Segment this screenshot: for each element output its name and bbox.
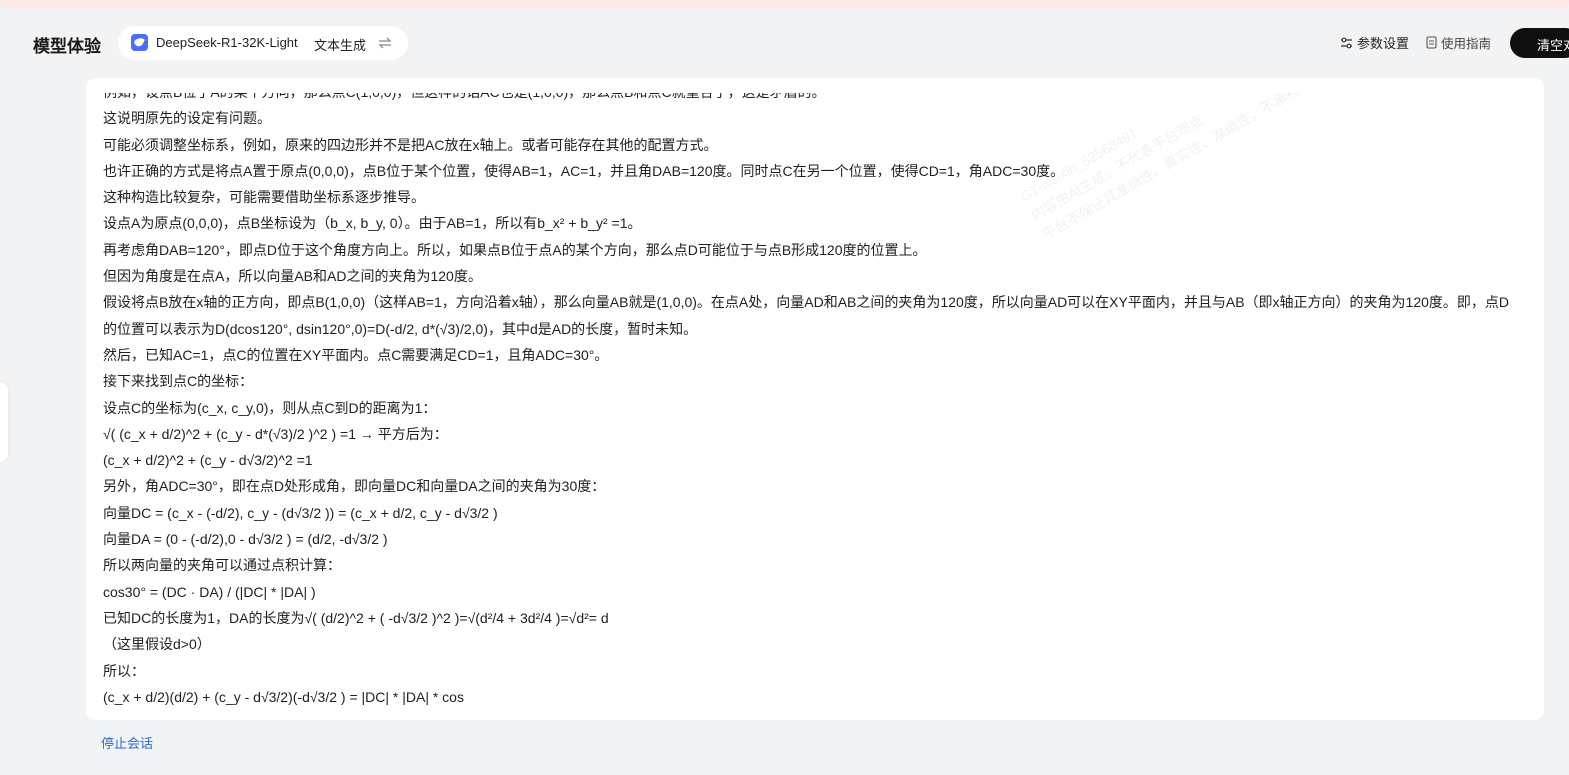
- response-line: 另外，角ADC=30°，即在点D处形成角，即向量DC和向量DA之间的夹角为30度…: [103, 478, 606, 495]
- sidebar-toggle-handle[interactable]: ‹: [0, 382, 8, 462]
- response-line: 向量DC = (c_x - (-d/2), c_y - (d√3/2 )) = …: [103, 504, 498, 521]
- response-line: （这里假设d>0）: [103, 636, 211, 653]
- usage-guide-label: 使用指南: [1441, 37, 1492, 51]
- response-line: cos30° = (DC · DA) / (|DC| * |DA| ): [103, 583, 316, 600]
- model-name: DeepSeek-R1-32K-Light: [156, 35, 298, 50]
- response-card: 例如，设点B位于A的某个方向，那么点C(1,0,0)，但这样的话AC也是(1,0…: [86, 78, 1544, 720]
- response-line: 假设将点B放在x轴的正方向，即点B(1,0,0)（这样AB=1，方向沿着x轴），…: [103, 294, 1509, 337]
- response-line: √( (c_x + d/2)^2 + (c_y - d*(√3)/2 )^2 )…: [103, 425, 448, 442]
- top-banner-strip: [0, 0, 1569, 9]
- clear-chat-button[interactable]: 清空对话: [1510, 28, 1569, 58]
- scroll-mask: [86, 78, 1544, 93]
- header-bar: 模型体验 DeepSeek-R1-32K-Light 文本生成 参数设置 使用指…: [0, 22, 1569, 62]
- response-line: 这种构造比较复杂，可能需要借助坐标系逐步推导。: [103, 189, 425, 206]
- sliders-icon: [1341, 37, 1352, 48]
- model-selector[interactable]: DeepSeek-R1-32K-Light 文本生成: [118, 26, 408, 60]
- response-line: 也许正确的方式是将点A置于原点(0,0,0)，点B位于某个位置，使得AB=1，A…: [103, 162, 1065, 179]
- response-line: 已知DC的长度为1，DA的长度为√( (d/2)^2 + ( -d√3/2 )^…: [103, 609, 609, 626]
- deepseek-logo-icon: [131, 34, 148, 51]
- response-line: 设点A为原点(0,0,0)，点B坐标设为（b_x, b_y, 0）。由于AB=1…: [103, 215, 642, 232]
- response-line: 但因为角度是在点A，所以向量AB和AD之间的夹角为120度。: [103, 268, 482, 285]
- response-line: (c_x + d/2)(d/2) + (c_y - d√3/2)(-d√3/2 …: [103, 688, 464, 705]
- response-line: 可能必须调整坐标系，例如，原来的四边形并不是把AC放在x轴上。或者可能存在其他的…: [103, 136, 718, 153]
- params-settings-button[interactable]: 参数设置: [1340, 33, 1409, 52]
- params-settings-label: 参数设置: [1357, 36, 1410, 51]
- response-line: 所以两向量的夹角可以通过点积计算：: [103, 557, 341, 574]
- document-icon: [1426, 36, 1437, 49]
- usage-guide-button[interactable]: 使用指南: [1426, 33, 1491, 52]
- page-title: 模型体验: [33, 37, 101, 56]
- response-line: 接下来找到点C的坐标：: [103, 373, 254, 390]
- response-line: 这说明原先的设定有问题。: [103, 110, 271, 127]
- switch-model-icon[interactable]: [378, 36, 392, 54]
- stop-session-link[interactable]: 停止会话: [101, 733, 153, 752]
- response-line: 然后，已知AC=1，点C的位置在XY平面内。点C需要满足CD=1，且角ADC=3…: [103, 346, 609, 363]
- response-text: 例如，设点B位于A的某个方向，那么点C(1,0,0)，但这样的话AC也是(1,0…: [103, 93, 1513, 710]
- response-line: (c_x + d/2)^2 + (c_y - d√3/2)^2 =1: [103, 452, 313, 469]
- response-line: 再考虑角DAB=120°，即点D位于这个角度方向上。所以，如果点B位于点A的某个…: [103, 241, 927, 258]
- response-line: 所以：: [103, 662, 145, 679]
- model-type: 文本生成: [314, 38, 367, 53]
- response-line: 例如，设点B位于A的某个方向，那么点C(1,0,0)，但这样的话AC也是(1,0…: [103, 93, 1513, 105]
- response-line: 向量DA = (0 - (-d/2),0 - d√3/2 ) = (d/2, -…: [103, 531, 388, 548]
- response-line: 设点C的坐标为(c_x, c_y,0)，则从点C到D的距离为1：: [103, 399, 437, 416]
- response-scroll-area[interactable]: 例如，设点B位于A的某个方向，那么点C(1,0,0)，但这样的话AC也是(1,0…: [86, 93, 1544, 720]
